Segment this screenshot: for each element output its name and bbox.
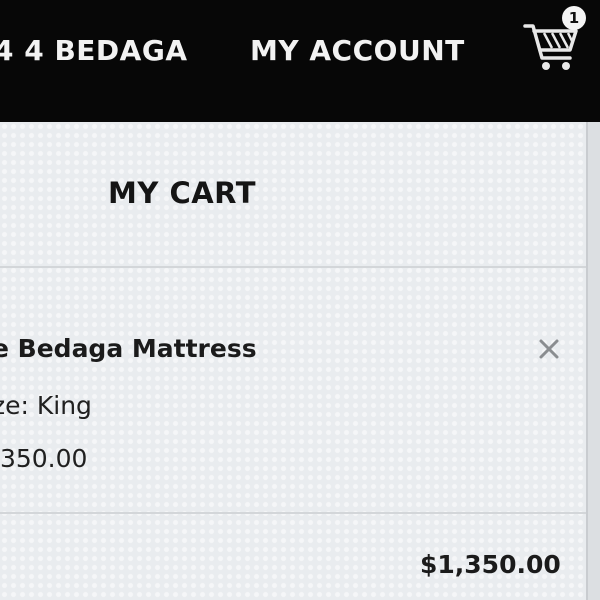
cart-item-size: ze: King: [0, 391, 92, 420]
cart-item-name[interactable]: e Bedaga Mattress: [0, 334, 257, 363]
cart-item-price: ,350.00: [0, 444, 88, 473]
divider: [0, 266, 586, 268]
drawer-edge: [586, 122, 600, 600]
cart-subtotal: $1,350.00: [420, 550, 561, 579]
brand-link[interactable]: 4 4 BEDAGA: [0, 34, 188, 67]
cart-button[interactable]: 1: [522, 6, 588, 76]
remove-item-button[interactable]: [536, 336, 562, 362]
top-navigation-bar: 4 4 BEDAGA MY ACCOUNT 1: [0, 0, 600, 122]
close-icon: [539, 339, 559, 359]
cart-title: MY CART: [108, 176, 256, 210]
cart-count-badge: 1: [562, 6, 586, 30]
divider: [0, 512, 586, 514]
cart-page: 4 4 BEDAGA MY ACCOUNT 1 MY CART e Bedaga…: [0, 0, 600, 600]
my-account-link[interactable]: MY ACCOUNT: [250, 34, 465, 67]
